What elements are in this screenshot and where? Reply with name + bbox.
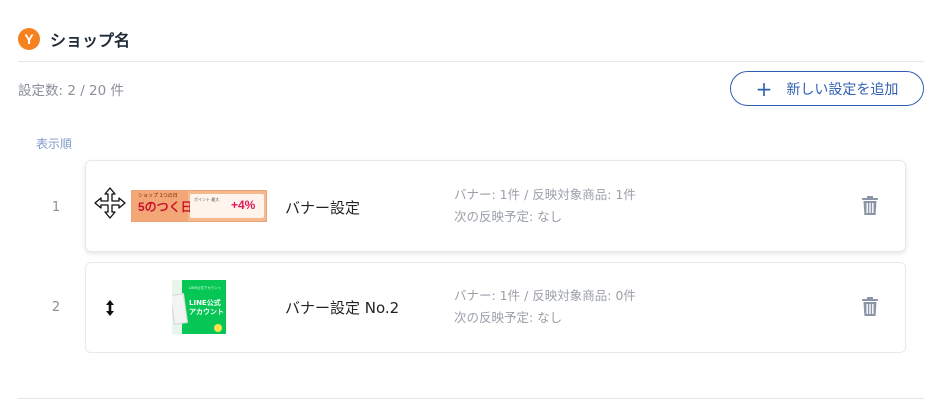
- banner-setting-name[interactable]: バナー設定 No.2: [285, 297, 399, 318]
- move-cross-icon[interactable]: [93, 186, 127, 220]
- banner-setting-meta: バナー: 1件 / 反映対象商品: 1件 次の反映予定: なし: [454, 184, 636, 228]
- banner-thumbnail: ショップ 1つの日 5のつく日 ポイント 最大 +4%: [131, 190, 267, 222]
- add-setting-label: 新しい設定を追加: [786, 80, 899, 97]
- plus-icon: +: [755, 76, 773, 101]
- shop-header: Y ショップ名: [18, 27, 130, 51]
- banner-setting-row[interactable]: LINE公式アカウント LINE公式 アカウント バナー設定 No.2 バナー:…: [85, 262, 906, 353]
- banner-summary: バナー: 1件 / 反映対象商品: 1件: [454, 187, 636, 202]
- settings-count: 設定数: 2 / 20 件: [18, 83, 125, 99]
- trash-icon[interactable]: [861, 297, 879, 317]
- header-divider: [18, 61, 924, 62]
- add-setting-button[interactable]: + 新しい設定を追加: [730, 71, 924, 106]
- shop-name: ショップ名: [50, 31, 131, 50]
- row-order-number: 1: [51, 200, 61, 215]
- banner-summary: バナー: 1件 / 反映対象商品: 0件: [454, 288, 636, 303]
- display-order-label: 表示順: [36, 137, 73, 151]
- thumbnail-headline: LINE公式 アカウント: [189, 299, 224, 316]
- thumbnail-badge: +4%: [231, 198, 256, 212]
- bottom-divider: [18, 398, 924, 399]
- trash-icon[interactable]: [861, 196, 879, 216]
- banner-setting-meta: バナー: 1件 / 反映対象商品: 0件 次の反映予定: なし: [454, 285, 636, 329]
- next-schedule: 次の反映予定: なし: [454, 209, 563, 224]
- shop-logo: Y: [18, 28, 40, 50]
- banner-setting-name[interactable]: バナー設定: [285, 197, 360, 218]
- banner-thumbnail: LINE公式アカウント LINE公式 アカウント: [172, 280, 226, 334]
- thumbnail-headline: 5のつく日: [138, 200, 193, 214]
- next-schedule: 次の反映予定: なし: [454, 310, 563, 325]
- row-order-number: 2: [51, 300, 61, 315]
- up-down-arrow-icon[interactable]: [93, 291, 127, 325]
- banner-setting-row[interactable]: ショップ 1つの日 5のつく日 ポイント 最大 +4% バナー設定 バナー: 1…: [85, 160, 906, 252]
